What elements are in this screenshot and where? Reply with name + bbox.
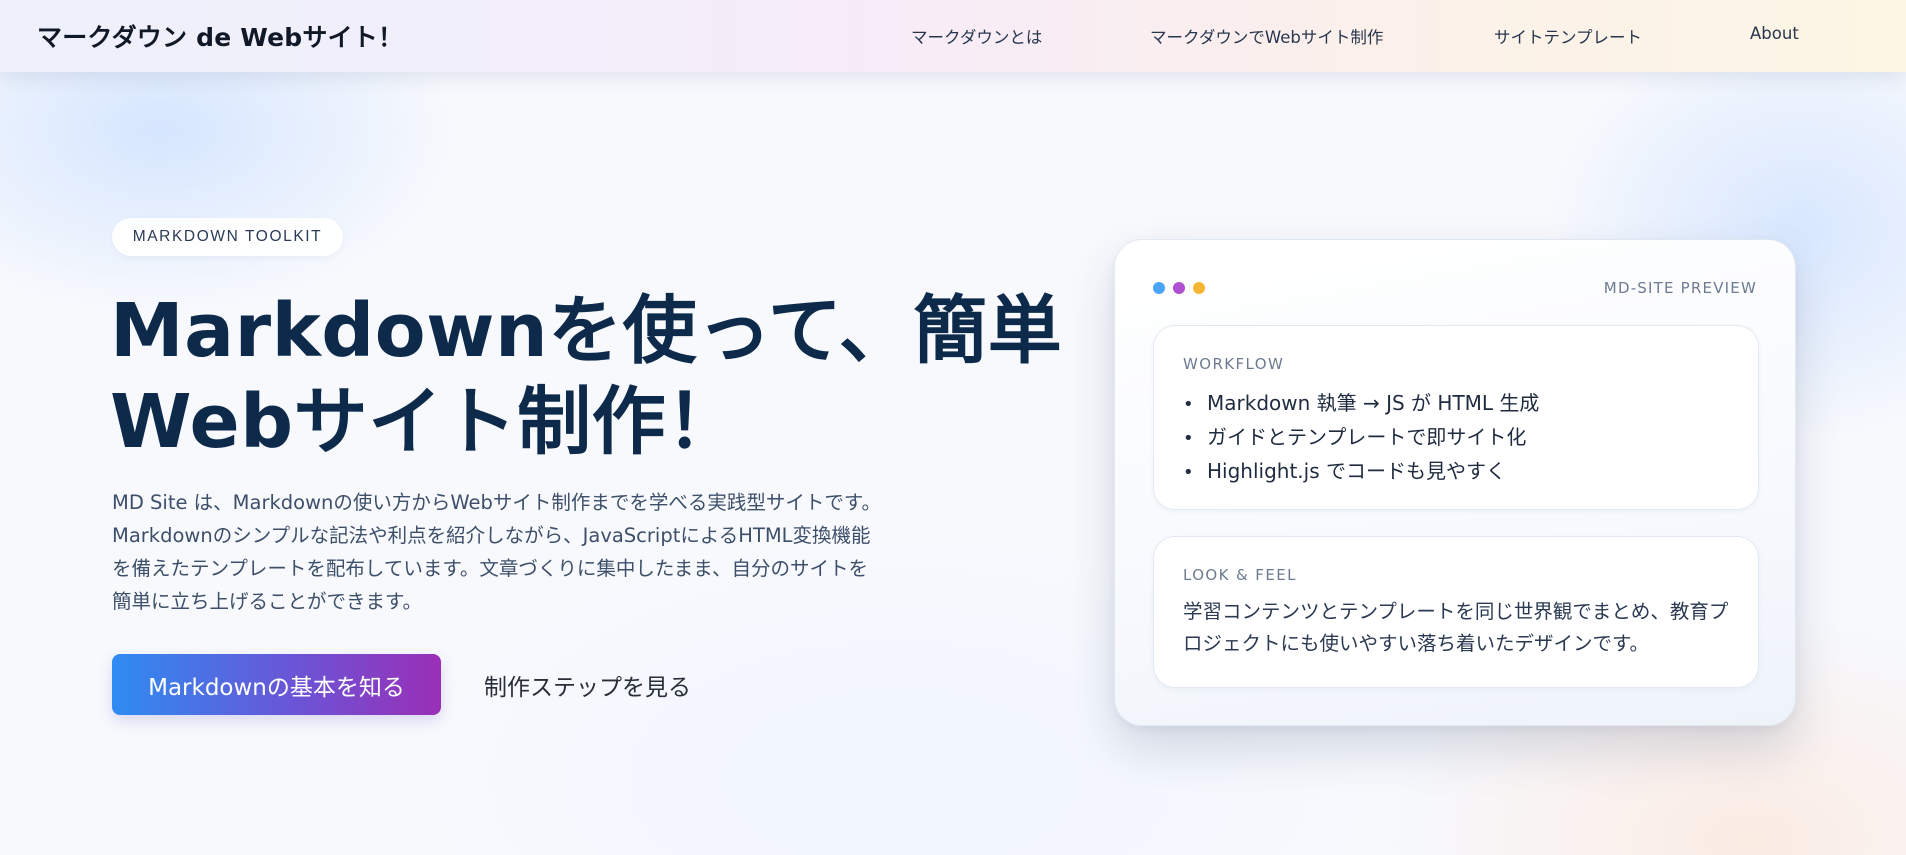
- bullet-icon: •: [1183, 462, 1194, 483]
- workflow-eyebrow: WORKFLOW: [1183, 355, 1285, 373]
- list-item: • Highlight.js でコードも見やすく: [1183, 455, 1539, 489]
- site-logo[interactable]: マークダウン de Webサイト！: [37, 18, 403, 54]
- hero-title-line-2: Webサイト制作！: [110, 379, 741, 465]
- window-dot-blue: [1153, 282, 1165, 294]
- window-dot-purple: [1173, 282, 1185, 294]
- workflow-list: • Markdown 執筆 → JS が HTML 生成 • ガイドとテンプレートで…: [1183, 387, 1539, 489]
- hero-title-line-1: Markdownを使って、簡単: [110, 288, 1063, 374]
- workflow-card: WORKFLOW • Markdown 執筆 → JS が HTML 生成 • ガイ…: [1153, 325, 1759, 510]
- look-feel-text: 学習コンテンツとテンプレートを同じ世界観でまとめ、教育プロジェクトにも使いやすい…: [1183, 600, 1729, 655]
- hero-title: Markdownを使って、簡単 Webサイト制作！: [110, 286, 1063, 468]
- list-item: • ガイドとテンプレートで即サイト化: [1183, 421, 1539, 455]
- look-feel-card: LOOK & FEEL 学習コンテンツとテンプレートを同じ世界観でまとめ、教育プ…: [1153, 536, 1759, 688]
- nav-link-site-template[interactable]: サイトテンプレート: [1494, 24, 1642, 48]
- preview-card: MD-SITE PREVIEW WORKFLOW • Markdown 執筆 → …: [1114, 239, 1796, 726]
- view-steps-button[interactable]: 制作ステップを見る: [484, 654, 691, 715]
- list-item: • Markdown 執筆 → JS が HTML 生成: [1183, 387, 1539, 421]
- workflow-item-text: ガイドとテンプレートで即サイト化: [1207, 425, 1527, 449]
- site-header: マークダウン de Webサイト！ マークダウンとは マークダウンでWebサイト…: [0, 0, 1906, 72]
- bullet-icon: •: [1183, 394, 1194, 415]
- nav-link-about[interactable]: About: [1750, 24, 1799, 43]
- nav-link-what-is-markdown[interactable]: マークダウンとは: [911, 24, 1042, 48]
- workflow-item-text: Highlight.js でコードも見やすく: [1207, 459, 1506, 483]
- workflow-item-text: Markdown 執筆 → JS が HTML 生成: [1207, 391, 1540, 415]
- eyebrow-badge: MARKDOWN TOOLKIT: [112, 218, 343, 256]
- nav-link-web-production[interactable]: マークダウンでWebサイト制作: [1150, 24, 1383, 48]
- preview-label: MD-SITE PREVIEW: [1603, 279, 1757, 297]
- learn-basics-button[interactable]: Markdownの基本を知る: [112, 654, 441, 715]
- window-dot-yellow: [1193, 282, 1205, 294]
- window-dots: [1153, 282, 1205, 294]
- hero-description: MD Site は、Markdownの使い方からWebサイト制作までを学べる実践…: [112, 491, 881, 613]
- bullet-icon: •: [1183, 428, 1194, 449]
- look-feel-eyebrow: LOOK & FEEL: [1183, 566, 1297, 584]
